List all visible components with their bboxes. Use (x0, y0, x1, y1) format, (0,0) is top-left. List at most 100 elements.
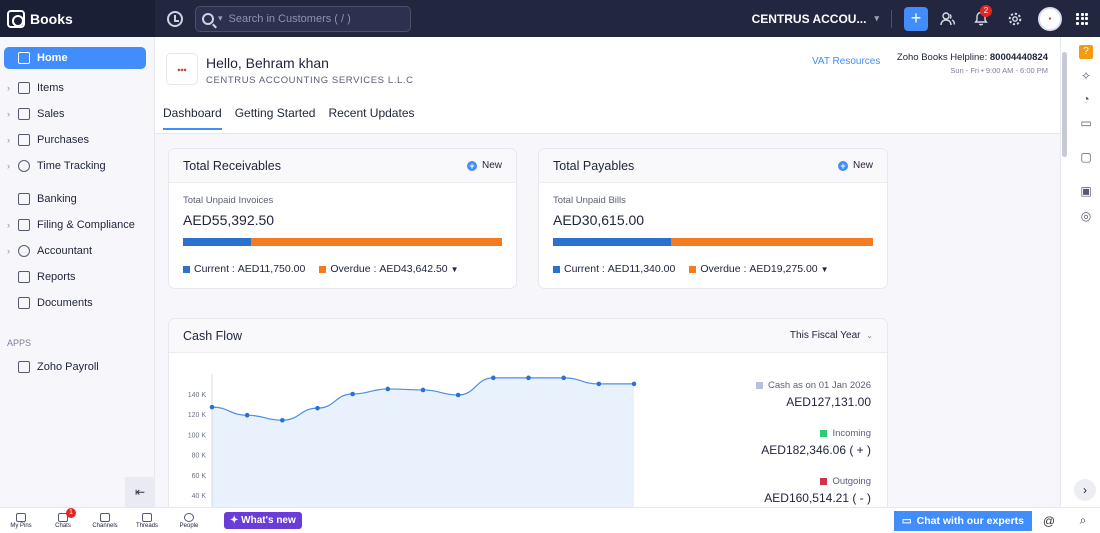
data-point[interactable] (420, 387, 426, 393)
pin-icon (16, 512, 26, 522)
expand-rail-button[interactable]: › (1074, 479, 1096, 501)
bottom-item-channels[interactable]: Channels (84, 512, 126, 529)
data-point[interactable] (385, 386, 391, 392)
brand[interactable]: Books (0, 0, 155, 37)
video-icon[interactable]: ▭ (1079, 116, 1093, 130)
sparkle-icon[interactable]: ✧ (1079, 69, 1093, 83)
sidebar-item-time-tracking[interactable]: › Time Tracking (0, 153, 154, 179)
tab-dashboard[interactable]: Dashboard (163, 106, 222, 130)
user-avatar[interactable]: ● (1038, 6, 1062, 31)
data-point[interactable] (596, 381, 602, 387)
sidebar-item-banking[interactable]: Banking (0, 186, 154, 212)
cash-value: AED127,131.00 (786, 395, 871, 409)
app-launcher-icon[interactable] (1076, 12, 1088, 25)
y-tick-label: 120 K (188, 412, 207, 419)
chat-bubble-icon[interactable]: ▢ (1079, 150, 1093, 164)
sidebar-item-documents[interactable]: Documents (0, 290, 154, 316)
sidebar-item-reports[interactable]: Reports (0, 264, 154, 290)
new-invoice-button[interactable]: + New (466, 160, 502, 171)
search-input[interactable] (228, 12, 399, 25)
users-icon[interactable] (932, 7, 962, 31)
card-subtitle: Total Unpaid Invoices (183, 195, 274, 206)
chat-with-experts-button[interactable]: ▭ Chat with our experts (893, 510, 1032, 531)
mention-icon[interactable]: @ (1032, 514, 1066, 528)
home-icon (18, 52, 30, 64)
chevron-down-icon[interactable]: ▾ (218, 13, 223, 24)
sidebar-item-sales[interactable]: › Sales (0, 101, 154, 127)
data-point[interactable] (526, 375, 531, 381)
announcement-icon[interactable]: ◔ (1079, 92, 1093, 106)
tab-recent-updates[interactable]: Recent Updates (328, 106, 414, 130)
dashboard-tabs: Dashboard Getting Started Recent Updates (163, 106, 428, 130)
card-subtitle: Total Unpaid Bills (553, 195, 626, 206)
caret-down-icon[interactable]: ▼ (451, 265, 459, 274)
data-point[interactable] (631, 381, 637, 387)
legend-overdue[interactable]: Overdue : AED43,642.50 ▼ (319, 263, 459, 275)
data-point[interactable] (244, 412, 250, 418)
chevron-right-icon: › (7, 135, 10, 145)
caret-down-icon[interactable]: ▼ (821, 265, 829, 274)
cash-label: Cash as on 01 Jan 2026 (768, 380, 871, 391)
bottom-item-threads[interactable]: Threads (126, 512, 168, 529)
payables-card: Total Payables + New Total Unpaid Bills … (538, 148, 888, 289)
helpline: Zoho Books Helpline: 80004440824 (897, 52, 1048, 63)
current-segment (183, 238, 251, 246)
settings-gear-icon[interactable] (1000, 7, 1030, 31)
bottom-item-people[interactable]: People (168, 512, 210, 529)
outgoing-summary: Outgoing AED160,514.21 ( - ) (764, 476, 871, 505)
whats-new-button[interactable]: ✦ What's new (224, 512, 302, 529)
search-icon[interactable] (202, 12, 214, 25)
legend-overdue[interactable]: Overdue : AED19,275.00 ▼ (689, 263, 829, 275)
search-icon[interactable]: ⌕ (1066, 513, 1100, 528)
data-point[interactable] (491, 375, 496, 381)
org-logo-icon: ◆◆◆ (177, 66, 187, 72)
bottom-item-my-pins[interactable]: My Pins (0, 512, 42, 529)
greeting: Hello, Behram khan (206, 55, 329, 71)
sidebar-item-items[interactable]: › Items (0, 75, 154, 101)
data-point[interactable] (561, 375, 566, 381)
helpline-hours: Sun - Fri • 9:00 AM - 6:00 PM (950, 66, 1048, 75)
sidebar-item-home[interactable]: Home (4, 47, 146, 69)
scrollbar[interactable] (1061, 42, 1069, 502)
search-bar[interactable]: ▾ (195, 5, 411, 32)
tab-getting-started[interactable]: Getting Started (235, 106, 316, 130)
collapse-sidebar-button[interactable]: ⇤ (125, 477, 155, 507)
sidebar-item-filing-compliance[interactable]: › Filing & Compliance (0, 212, 154, 238)
data-point[interactable] (350, 391, 355, 397)
recent-history-icon[interactable] (167, 10, 183, 27)
new-bill-button[interactable]: + New (837, 160, 873, 171)
quick-create-button[interactable]: + (904, 6, 928, 31)
card-title: Cash Flow (183, 328, 243, 343)
dashboard-header: ◆◆◆ Hello, Behram khan CENTRUS ACCOUNTIN… (155, 37, 1060, 134)
sidebar-item-purchases[interactable]: › Purchases (0, 127, 154, 153)
timer-icon (18, 160, 30, 172)
legend-swatch (553, 265, 560, 273)
sidebar-item-label: Sales (37, 108, 65, 120)
sidebar-item-zoho-payroll[interactable]: Zoho Payroll (0, 354, 154, 380)
legend-current: Current : AED11,340.00 (553, 263, 675, 275)
scrollbar-thumb[interactable] (1062, 52, 1067, 157)
org-switcher[interactable]: CENTRUS ACCOU... ▾ (752, 12, 879, 26)
books-logo-icon (7, 9, 25, 28)
reports-icon (18, 271, 30, 283)
sidebar-item-accountant[interactable]: › Accountant (0, 238, 154, 264)
notifications-bell-icon[interactable]: 2 (966, 4, 996, 31)
vat-resources-link[interactable]: VAT Resources (812, 56, 880, 67)
main-content: ◆◆◆ Hello, Behram khan CENTRUS ACCOUNTIN… (155, 37, 1060, 507)
gear-circle-icon[interactable]: ◎ (1079, 209, 1093, 223)
bottom-item-chats[interactable]: 1 Chats (42, 507, 84, 529)
chevron-right-icon: › (7, 161, 10, 171)
org-name: CENTRUS ACCOU... (751, 11, 867, 26)
data-point[interactable] (280, 417, 285, 423)
help-icon[interactable]: ? (1079, 45, 1093, 59)
chevron-right-icon: › (7, 83, 10, 93)
data-point[interactable] (209, 404, 215, 410)
legend: Current : AED11,340.00 Overdue : AED19,2… (553, 263, 873, 275)
period-dropdown[interactable]: This Fiscal Year ⌄ (790, 330, 873, 341)
data-point[interactable] (455, 392, 461, 398)
planner-icon[interactable]: ▣ (1079, 184, 1093, 198)
data-point[interactable] (315, 405, 320, 411)
helpline-number: 80004440824 (989, 52, 1048, 63)
y-tick-label: 40 K (192, 493, 207, 500)
card-header: Total Payables + New (539, 149, 887, 183)
